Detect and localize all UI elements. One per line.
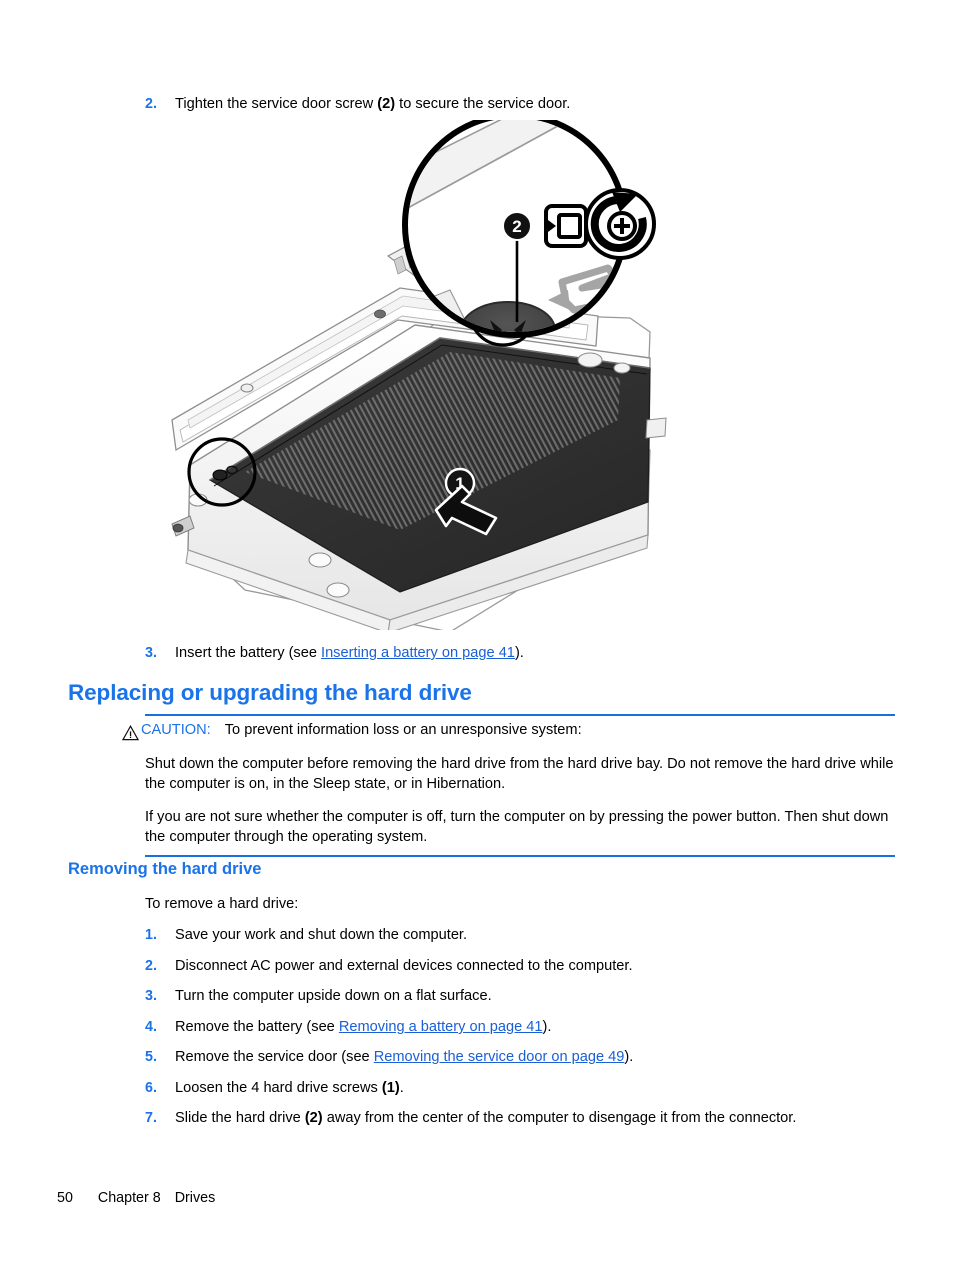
step-callout-ref: (2) xyxy=(304,1110,323,1126)
step-number: 7. xyxy=(145,1110,157,1126)
step-number: 4. xyxy=(145,1019,157,1035)
step-text-part: Disconnect AC power and external devices… xyxy=(175,958,633,974)
step-text: Save your work and shut down the compute… xyxy=(175,925,467,945)
step-text-part: away from the center of the computer to … xyxy=(322,1110,797,1126)
step-text: Slide the hard drive (2) away from the c… xyxy=(175,1108,796,1128)
cross-reference-link[interactable]: Removing the service door on page 49 xyxy=(374,1049,625,1065)
rotate-tighten-icon xyxy=(584,188,656,260)
step-number: 6. xyxy=(145,1080,157,1096)
caution-paragraph-1: Shut down the computer before removing t… xyxy=(145,756,894,792)
step-text-part: to secure the service door. xyxy=(395,96,571,112)
list-item-step-2: 2. Tighten the service door screw (2) to… xyxy=(145,94,865,114)
laptop-service-door-figure: 2 1 xyxy=(150,120,850,630)
section-heading-removing-hard-drive: Removing the hard drive xyxy=(68,860,262,878)
step-text-part: Slide the hard drive xyxy=(175,1110,305,1126)
warning-triangle-icon xyxy=(121,724,140,741)
step-text-part: . xyxy=(399,1080,404,1096)
page-footer: 50 Chapter 8 Drives xyxy=(57,1190,215,1206)
step-text: Tighten the service door screw (2) to se… xyxy=(175,94,570,114)
step-text-part: Save your work and shut down the compute… xyxy=(175,927,468,943)
callout-badge-2: 2 xyxy=(502,211,532,241)
step-text: Remove the service door (see Removing th… xyxy=(175,1047,633,1067)
step-number: 3. xyxy=(145,988,157,1004)
list-item-step-5: 5. Remove the service door (see Removing… xyxy=(145,1047,905,1067)
list-item-step-1: 1. Save your work and shut down the comp… xyxy=(145,925,905,945)
caution-lead-text: To prevent information loss or an unresp… xyxy=(224,722,582,738)
step-number: 5. xyxy=(145,1049,157,1065)
lock-insert-icon xyxy=(544,204,588,248)
step-text: Disconnect AC power and external devices… xyxy=(175,956,633,976)
step-callout-ref: (2) xyxy=(377,96,396,112)
list-item-step-6: 6. Loosen the 4 hard drive screws (1). xyxy=(145,1078,905,1098)
document-page: 2. Tighten the service door screw (2) to… xyxy=(0,0,954,1270)
step-callout-ref: (1) xyxy=(381,1080,400,1096)
step-text: Remove the battery (see Removing a batte… xyxy=(175,1017,551,1037)
step-text: Insert the battery (see Inserting a batt… xyxy=(175,643,524,663)
step-text-part: Remove the service door (see xyxy=(175,1049,374,1065)
list-item-step-2b: 2. Disconnect AC power and external devi… xyxy=(145,956,905,976)
step-text: Loosen the 4 hard drive screws (1). xyxy=(175,1078,404,1098)
step-text-part: ). xyxy=(514,645,524,661)
step-text-part: Insert the battery (see xyxy=(175,645,322,661)
list-item-step-3: 3. Insert the battery (see Inserting a b… xyxy=(145,643,865,663)
step-text: Turn the computer upside down on a flat … xyxy=(175,986,492,1006)
page-title-replacing-upgrading-hard-drive: Replacing or upgrading the hard drive xyxy=(68,680,472,705)
footer-chapter-title: Drives xyxy=(174,1190,216,1206)
list-item-step-4: 4. Remove the battery (see Removing a ba… xyxy=(145,1017,905,1037)
caution-label: CAUTION: xyxy=(141,722,211,738)
step-number: 2. xyxy=(145,958,157,974)
intro-paragraph: To remove a hard drive: xyxy=(145,896,299,912)
caution-bottom-rule xyxy=(145,855,895,857)
step-number: 3. xyxy=(145,645,157,661)
caution-block: CAUTION: To prevent information loss or … xyxy=(121,714,895,857)
step-number: 1. xyxy=(145,927,157,943)
footer-chapter: Chapter 8 xyxy=(97,1190,161,1206)
step-text-part: Tighten the service door screw xyxy=(175,96,378,112)
step-text-part: Turn the computer upside down on a flat … xyxy=(175,988,492,1004)
caution-header: CAUTION: To prevent information loss or … xyxy=(121,722,895,741)
footer-page-number: 50 xyxy=(57,1190,73,1206)
list-item-step-3b: 3. Turn the computer upside down on a fl… xyxy=(145,986,905,1006)
step-text-part: ). xyxy=(542,1019,552,1035)
step-number: 2. xyxy=(145,96,157,112)
step-text-part: ). xyxy=(624,1049,634,1065)
cross-reference-link[interactable]: Inserting a battery on page 41 xyxy=(321,645,515,661)
step-text-part: Loosen the 4 hard drive screws xyxy=(175,1080,382,1096)
svg-text:2: 2 xyxy=(512,217,521,236)
caution-paragraph-2: If you are not sure whether the computer… xyxy=(145,809,889,845)
step-text-part: Remove the battery (see xyxy=(175,1019,339,1035)
cross-reference-link[interactable]: Removing a battery on page 41 xyxy=(339,1019,543,1035)
list-item-step-7: 7. Slide the hard drive (2) away from th… xyxy=(145,1108,925,1128)
